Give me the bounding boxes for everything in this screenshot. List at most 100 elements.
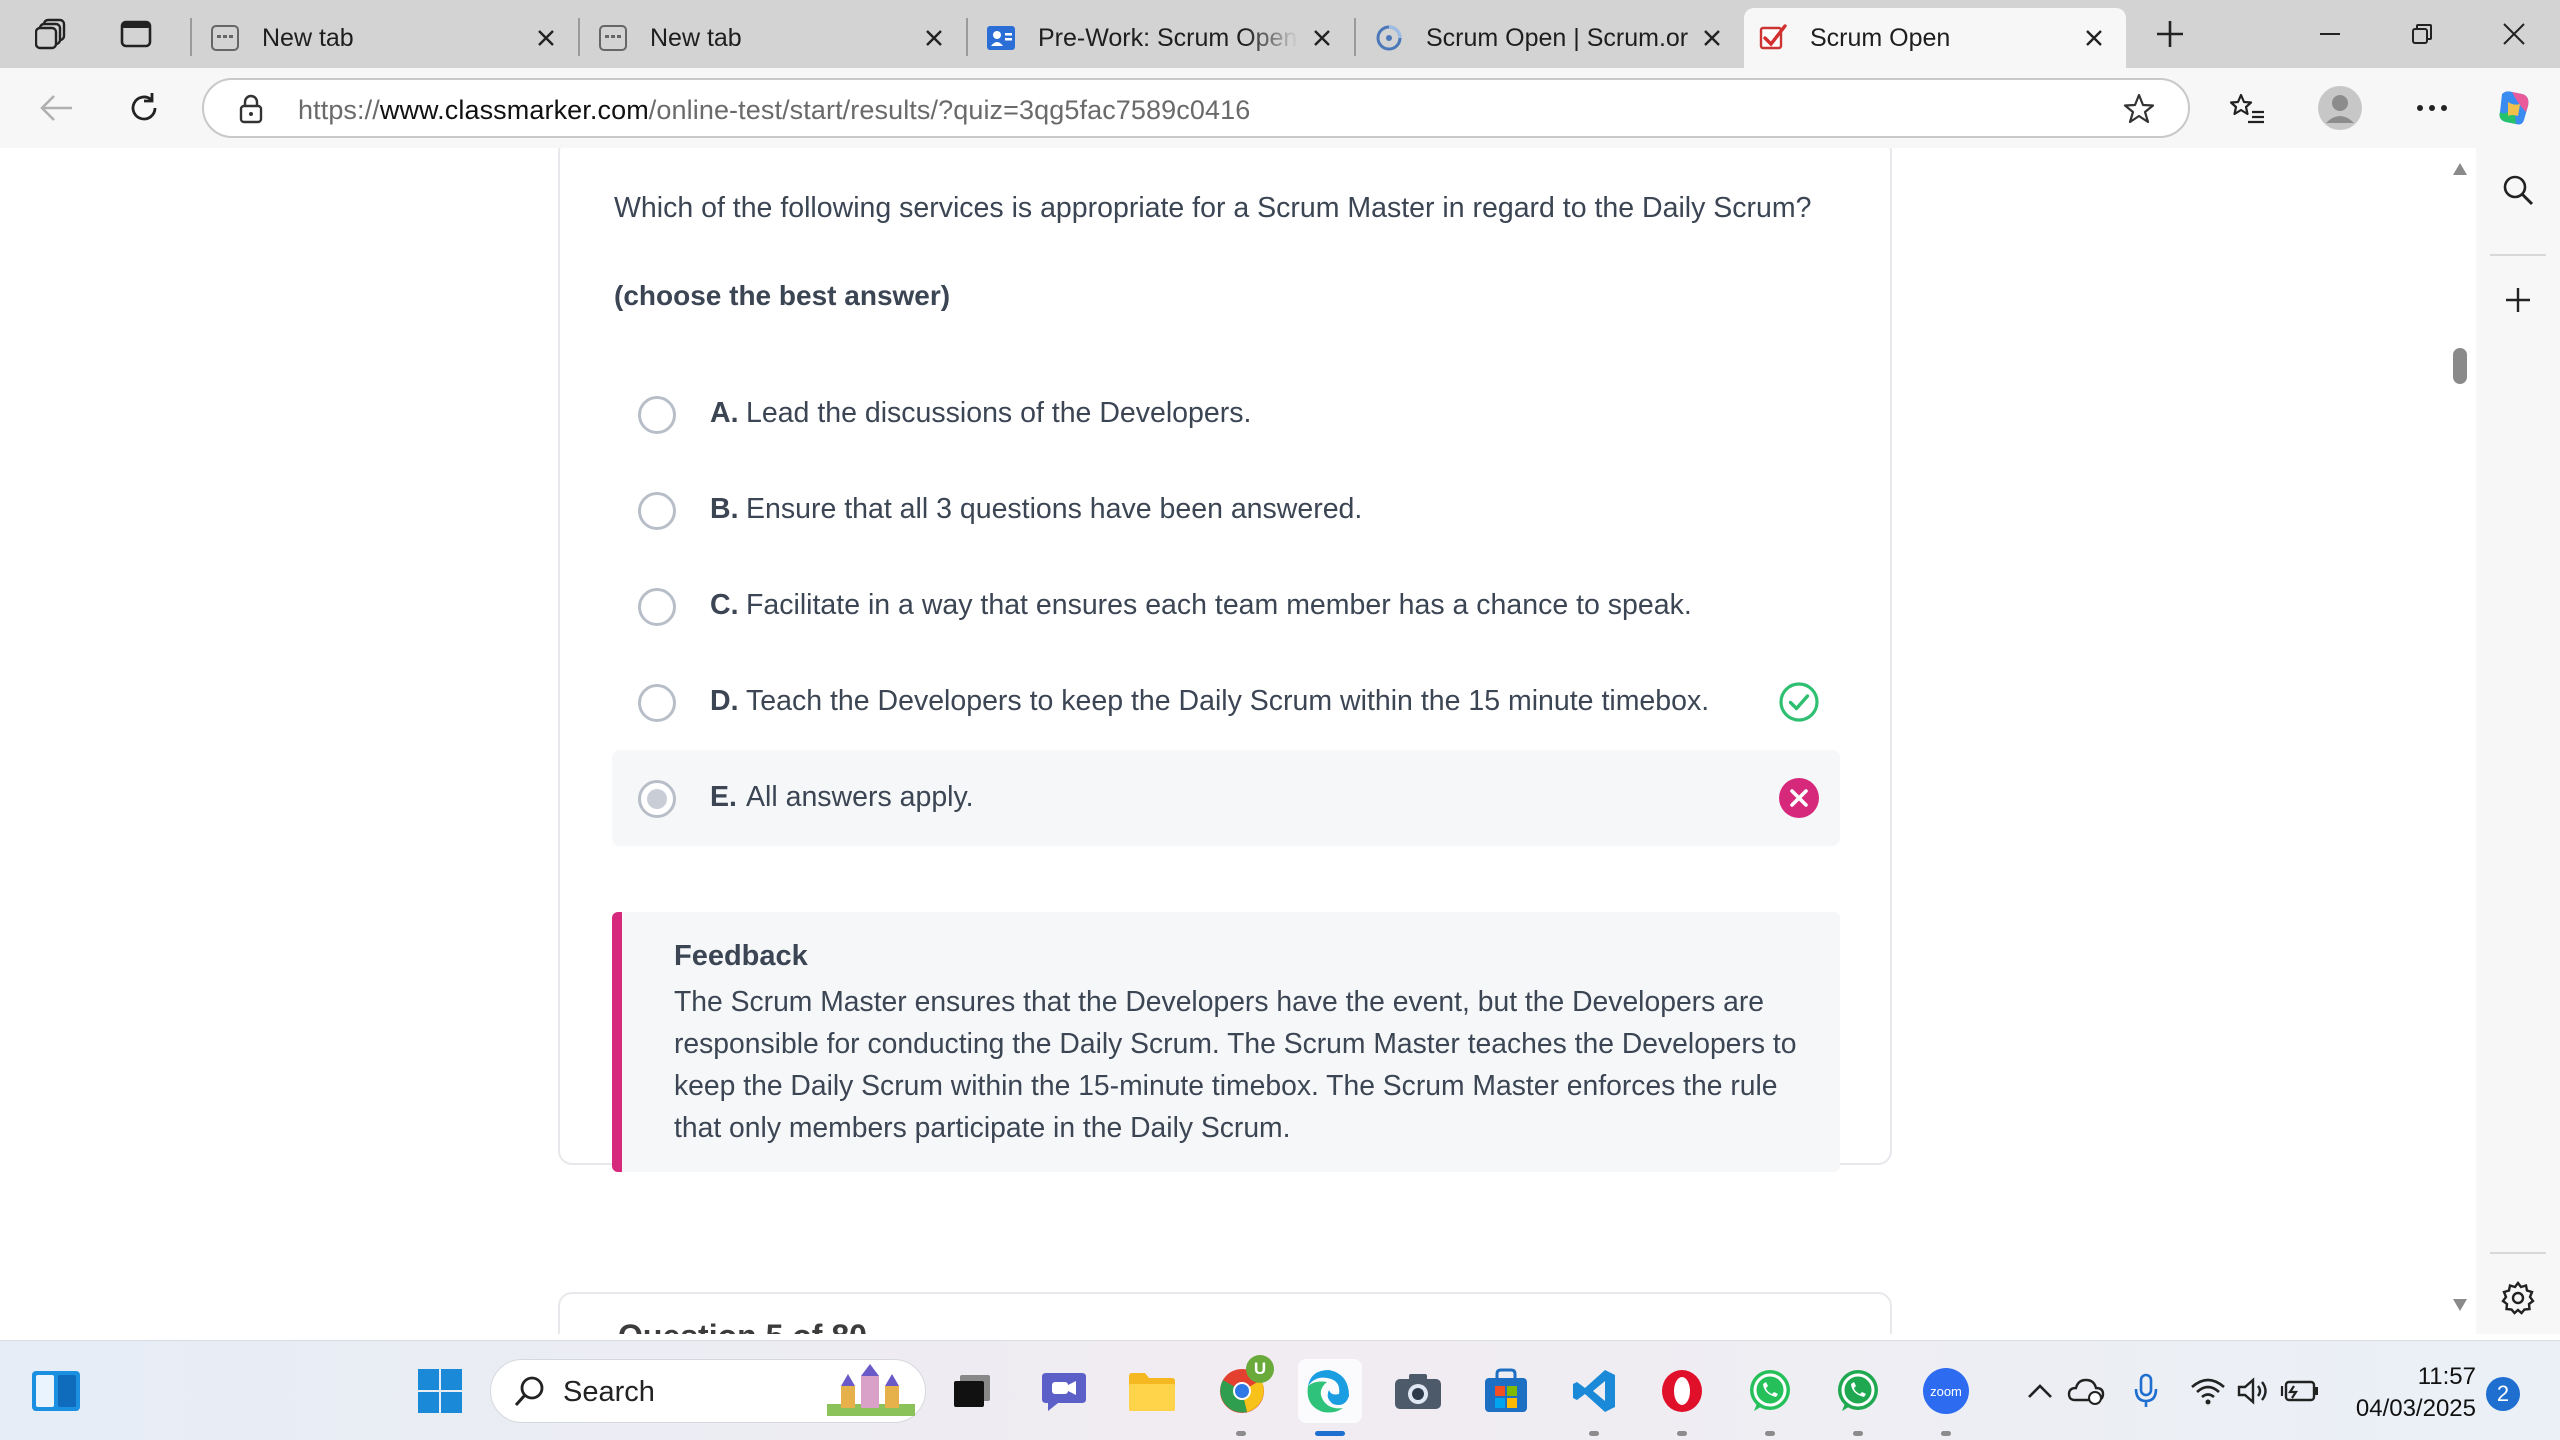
- answer-option-e[interactable]: E. All answers apply.: [612, 750, 1840, 846]
- radio-button[interactable]: [638, 684, 676, 722]
- tab-title: New tab: [262, 23, 354, 52]
- sidebar-add-icon[interactable]: [2492, 274, 2544, 326]
- battery-charging-icon[interactable]: [2280, 1371, 2320, 1411]
- answer-option-d[interactable]: D. Teach the Developers to keep the Dail…: [612, 654, 1840, 750]
- browser-toolbar: https://www.classmarker.com/online-test/…: [0, 68, 2560, 148]
- site-info-lock-icon[interactable]: [238, 94, 264, 129]
- vscode-icon[interactable]: [1562, 1359, 1626, 1423]
- option-letter: A.: [710, 397, 739, 429]
- show-hidden-icons-chevron-icon[interactable]: [2020, 1371, 2060, 1411]
- refresh-icon[interactable]: [118, 82, 170, 134]
- close-tab-icon[interactable]: [920, 24, 948, 52]
- zoom-icon[interactable]: zoom: [1914, 1359, 1978, 1423]
- page-scrollbar[interactable]: [2448, 148, 2472, 1334]
- taskbar-search-box[interactable]: Search: [490, 1359, 926, 1423]
- feedback-title: Feedback: [674, 940, 808, 972]
- back-arrow-icon[interactable]: [30, 82, 82, 134]
- tab-new-tab-2[interactable]: New tab: [584, 8, 966, 68]
- answer-option-a[interactable]: A. Lead the discussions of the Developer…: [612, 366, 1840, 462]
- chrome-icon[interactable]: U: [1210, 1355, 1274, 1423]
- wifi-icon[interactable]: [2188, 1371, 2228, 1411]
- vertical-tabs-icon[interactable]: [112, 10, 160, 58]
- tab-title: Pre-Work: Scrum Open A: [1038, 23, 1298, 52]
- option-text: All answers apply.: [746, 781, 974, 813]
- feedback-text: The Scrum Master ensures that the Develo…: [674, 985, 1797, 1143]
- tab-pre-work[interactable]: Pre-Work: Scrum Open A: [972, 8, 1354, 68]
- new-tab-icon: [598, 23, 628, 53]
- favorites-list-icon[interactable]: [2222, 82, 2274, 134]
- running-indicator: [1853, 1431, 1863, 1436]
- edge-icon[interactable]: [1298, 1359, 1362, 1423]
- search-icon: [513, 1375, 547, 1414]
- scrollbar-thumb[interactable]: [2453, 348, 2467, 384]
- sidebar-settings-gear-icon[interactable]: [2492, 1272, 2544, 1324]
- close-tab-icon[interactable]: [1698, 24, 1726, 52]
- new-tab-plus-icon[interactable]: [2146, 10, 2194, 58]
- tab-new-tab-1[interactable]: New tab: [196, 8, 578, 68]
- tab-title: Scrum Open | Scrum.org: [1426, 23, 1688, 52]
- tab-title: New tab: [650, 23, 742, 52]
- radio-button[interactable]: [638, 396, 676, 434]
- opera-icon[interactable]: [1650, 1359, 1714, 1423]
- close-tab-icon[interactable]: [2080, 24, 2108, 52]
- option-letter: E.: [710, 781, 737, 813]
- tab-strip: New tab New tab Pre-Work: Scrum Open A S…: [0, 0, 2560, 68]
- scroll-up-arrow-icon[interactable]: [2452, 162, 2468, 181]
- sidebar-search-icon[interactable]: [2492, 164, 2544, 216]
- answer-option-c[interactable]: C. Facilitate in a way that ensures each…: [612, 558, 1840, 654]
- tab-scrum-open[interactable]: Scrum Open: [1744, 8, 2126, 68]
- clock-time[interactable]: 11:57: [2336, 1363, 2476, 1391]
- clock-date[interactable]: 04/03/2025: [2336, 1395, 2476, 1423]
- teams-chat-icon[interactable]: [1032, 1359, 1096, 1423]
- address-bar[interactable]: https://www.classmarker.com/online-test/…: [202, 78, 2190, 138]
- option-letter: D.: [710, 685, 739, 717]
- radio-button[interactable]: [638, 492, 676, 530]
- notification-count-badge[interactable]: 2: [2486, 1377, 2520, 1411]
- next-question-card: Question 5 of 80: [558, 1292, 1892, 1334]
- zoom-label: zoom: [1930, 1384, 1962, 1399]
- running-indicator: [1236, 1431, 1246, 1436]
- scroll-down-arrow-icon[interactable]: [2452, 1298, 2468, 1317]
- copilot-icon[interactable]: [2488, 82, 2540, 134]
- tab-scrum-org[interactable]: Scrum Open | Scrum.org: [1360, 8, 1744, 68]
- tab-title: Scrum Open: [1810, 23, 1951, 52]
- restore-icon[interactable]: [2376, 0, 2468, 68]
- whatsapp-icon[interactable]: [1738, 1359, 1802, 1423]
- radio-button[interactable]: [638, 588, 676, 626]
- profile-card-icon: [986, 23, 1016, 53]
- windows-taskbar: Search U zoom 11:57 04/03/2025 2: [0, 1340, 2560, 1440]
- incorrect-x-icon: [1778, 777, 1820, 819]
- option-letter: C.: [710, 589, 739, 621]
- workspaces-icon[interactable]: [28, 10, 76, 58]
- search-label: Search: [563, 1376, 655, 1408]
- option-letter: B.: [710, 493, 739, 525]
- url-text[interactable]: https://www.classmarker.com/online-test/…: [298, 95, 1250, 126]
- close-tab-icon[interactable]: [532, 24, 560, 52]
- onedrive-sync-icon[interactable]: [2066, 1371, 2106, 1411]
- profile-avatar-icon[interactable]: [2314, 82, 2366, 134]
- option-text: Facilitate in a way that ensures each te…: [746, 589, 1692, 621]
- new-tab-icon: [210, 23, 240, 53]
- answer-option-b[interactable]: B. Ensure that all 3 questions have been…: [612, 462, 1840, 558]
- close-tab-icon[interactable]: [1308, 24, 1336, 52]
- file-explorer-icon[interactable]: [1120, 1359, 1184, 1423]
- task-view-icon[interactable]: [940, 1359, 1004, 1423]
- whatsapp-business-icon[interactable]: [1826, 1359, 1890, 1423]
- option-text: Teach the Developers to keep the Daily S…: [746, 685, 1710, 717]
- widgets-icon[interactable]: [24, 1359, 88, 1423]
- more-options-icon[interactable]: [2406, 82, 2458, 134]
- microphone-icon[interactable]: [2126, 1371, 2166, 1411]
- running-indicator: [1677, 1431, 1687, 1436]
- chrome-profile-badge: U: [1246, 1355, 1274, 1383]
- option-text: Lead the discussions of the Developers.: [746, 397, 1252, 429]
- radio-button-selected[interactable]: [638, 780, 676, 818]
- microsoft-store-icon[interactable]: [1474, 1359, 1538, 1423]
- active-indicator: [1315, 1431, 1345, 1436]
- close-window-icon[interactable]: [2468, 0, 2560, 68]
- windows-start-icon[interactable]: [408, 1359, 472, 1423]
- favorite-star-icon[interactable]: [2122, 92, 2156, 131]
- minimize-icon[interactable]: [2284, 0, 2376, 68]
- running-indicator: [1941, 1431, 1951, 1436]
- camera-icon[interactable]: [1386, 1359, 1450, 1423]
- volume-icon[interactable]: [2234, 1371, 2274, 1411]
